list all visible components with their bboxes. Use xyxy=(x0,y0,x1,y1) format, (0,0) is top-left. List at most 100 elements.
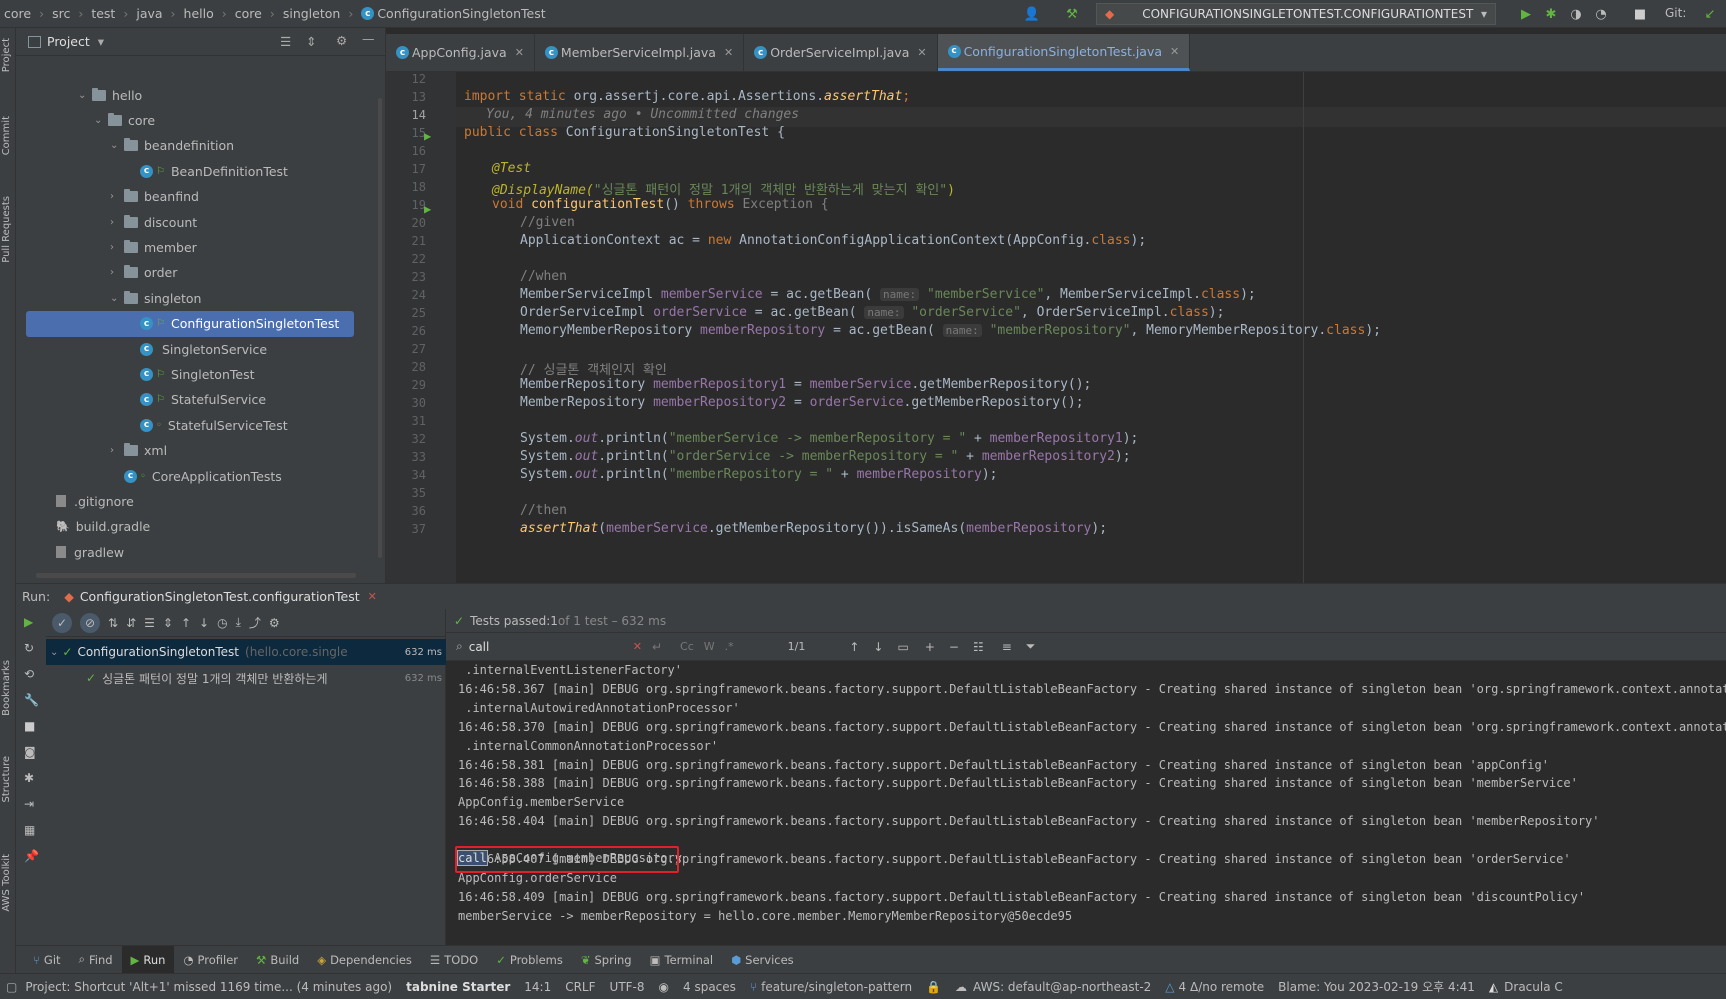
breadcrumb-test[interactable]: test xyxy=(91,6,115,21)
tab-appconfig[interactable]: c AppConfig.java ✕ xyxy=(386,34,535,71)
eye-icon[interactable]: ◉ xyxy=(659,980,669,994)
tree-item-configurationsingletontest[interactable]: c ⚐ ConfigurationSingletonTest xyxy=(26,310,354,337)
breadcrumb-hello[interactable]: hello xyxy=(184,6,214,21)
history-icon[interactable]: ◷ xyxy=(217,616,227,630)
show-ignored-icon[interactable]: ⊘ xyxy=(80,612,100,633)
collapse-all-icon[interactable]: ⇕ xyxy=(306,34,316,49)
tab-orderserviceimpl[interactable]: c OrderServiceImpl.java ✕ xyxy=(744,34,938,71)
tree-item-beanfind[interactable]: › beanfind xyxy=(16,184,382,210)
breadcrumb-class[interactable]: ConfigurationSingletonTest xyxy=(377,6,545,21)
import-tests-icon[interactable]: ⤓ xyxy=(236,615,241,630)
remote-status[interactable]: 4 Δ/no remote xyxy=(1179,980,1265,994)
debug-icon[interactable]: ✱ xyxy=(24,771,34,785)
console-output[interactable]: ✓ Tests passed: 1 of 1 test – 632 ms ⌕ ✕… xyxy=(446,609,1726,945)
tree-item-beandefinition[interactable]: ⌄ beandefinition xyxy=(16,133,382,159)
next-failed-icon[interactable]: ↓ xyxy=(199,616,209,630)
structure-tool-label[interactable]: Structure xyxy=(1,756,12,803)
tree-item-xml[interactable]: › xml xyxy=(16,438,382,464)
chevron-down-icon[interactable]: ⌄ xyxy=(78,90,92,101)
layout-toggle-icon[interactable]: ▢ xyxy=(6,980,17,994)
breadcrumb-singleton[interactable]: singleton xyxy=(283,6,340,21)
collapse-all-icon[interactable]: ⇕ xyxy=(163,616,173,630)
run-tab-label[interactable]: ConfigurationSingletonTest.configuration… xyxy=(80,589,360,604)
close-icon[interactable]: ✕ xyxy=(515,46,524,59)
tree-item-singletontest[interactable]: c ⚐ SingletonTest xyxy=(16,361,382,387)
chevron-down-icon[interactable]: ▾ xyxy=(98,34,104,49)
code-editor[interactable]: 12 13 14 15 16 17 18 19 20 21 22 23 24 25 26 27 28 29 30 31… xyxy=(386,72,1726,583)
tree-item-discount[interactable]: › discount xyxy=(16,209,382,235)
tab-memberserviceimpl[interactable]: c MemberServiceImpl.java ✕ xyxy=(535,34,745,71)
chevron-right-icon[interactable]: › xyxy=(110,267,124,278)
gear-icon[interactable]: ⚙ xyxy=(269,616,280,630)
breadcrumb-src[interactable]: src xyxy=(52,6,70,21)
tool-tab-services[interactable]: ⬢ Services xyxy=(722,946,803,974)
tool-tab-dependencies[interactable]: ◈ Dependencies xyxy=(308,946,421,974)
tool-tab-spring[interactable]: ❦ Spring xyxy=(572,946,641,974)
tree-item-gradlew[interactable]: gradlew xyxy=(16,539,382,565)
file-encoding[interactable]: UTF-8 xyxy=(610,980,645,994)
project-tool-label[interactable]: Project xyxy=(1,38,12,72)
tool-tab-profiler[interactable]: ◔ Profiler xyxy=(174,946,247,974)
run-gutter-icon[interactable]: ▶ xyxy=(424,202,431,216)
tree-item-coreapplicationtests[interactable]: c ◦ CoreApplicationTests xyxy=(16,463,382,489)
select-all-matches-icon[interactable]: ☷ xyxy=(973,640,984,654)
pin-icon[interactable]: 📌 xyxy=(24,849,39,863)
status-message[interactable]: Project: Shortcut 'Alt+1' missed 1169 ti… xyxy=(25,980,392,994)
camera-icon[interactable]: ◙ xyxy=(24,745,36,759)
rerun-failed-icon[interactable]: ↻ xyxy=(24,641,34,655)
tool-tab-run[interactable]: ▶ Run xyxy=(121,945,175,974)
chevron-right-icon[interactable]: › xyxy=(110,445,124,456)
debug-icon[interactable]: ✱ xyxy=(1543,6,1559,22)
build-hammer-icon[interactable]: ⚒ xyxy=(1064,6,1080,22)
tool-tab-build[interactable]: ⚒ Build xyxy=(247,946,308,974)
match-case-icon[interactable]: Cc xyxy=(680,640,694,653)
chevron-down-icon[interactable]: ⌄ xyxy=(110,293,124,304)
cursor-position[interactable]: 14:1 xyxy=(524,980,551,994)
indent-setting[interactable]: 4 spaces xyxy=(683,980,736,994)
console-search-input[interactable] xyxy=(468,639,629,654)
project-panel-title[interactable]: Project xyxy=(47,34,90,49)
tree-item-singleton[interactable]: ⌄ singleton xyxy=(16,285,382,311)
wrench-icon[interactable]: 🔧 xyxy=(24,693,39,707)
chevron-down-icon[interactable]: ⌄ xyxy=(110,140,124,151)
lock-icon[interactable]: 🔒 xyxy=(926,980,941,994)
close-icon[interactable]: ✕ xyxy=(1170,45,1179,58)
theme-name[interactable]: Dracula C xyxy=(1504,980,1563,994)
chevron-down-icon[interactable]: ⌄ xyxy=(50,647,58,658)
tree-item-beandefinitiontest[interactable]: c ⚐ BeanDefinitionTest xyxy=(16,158,382,184)
tree-item-gitignore[interactable]: .gitignore xyxy=(16,488,382,514)
aws-toolkit-tool-label[interactable]: AWS Toolkit xyxy=(1,854,12,912)
expand-all-icon[interactable]: ☰ xyxy=(144,616,155,630)
remove-occurrence-icon[interactable]: − xyxy=(949,640,959,654)
run-gutter-icon[interactable]: ▶ xyxy=(424,129,431,143)
gear-icon[interactable]: ⚙ xyxy=(336,33,347,48)
tree-item-statefulservicetest[interactable]: c ◦ StatefulServiceTest xyxy=(16,412,382,438)
export-tests-icon[interactable]: ⤴ xyxy=(249,614,261,631)
filter-icon[interactable]: ⏷ xyxy=(1026,639,1036,654)
test-case-row[interactable]: ✓ 싱글톤 패턴이 정말 1개의 객체만 반환하는게 632 ms xyxy=(46,665,446,691)
pull-requests-tool-label[interactable]: Pull Requests xyxy=(1,196,12,263)
aws-profile[interactable]: AWS: default@ap-northeast-2 xyxy=(973,980,1151,994)
chevron-right-icon[interactable]: › xyxy=(110,242,124,253)
chevron-down-icon[interactable]: ⌄ xyxy=(94,115,108,126)
filter-lines-icon[interactable]: ≡ xyxy=(1002,640,1012,654)
hide-panel-icon[interactable]: — xyxy=(362,31,375,46)
stop-icon[interactable]: ■ xyxy=(24,719,35,733)
breadcrumb-java[interactable]: java xyxy=(136,6,162,21)
bookmarks-tool-label[interactable]: Bookmarks xyxy=(1,660,12,716)
breadcrumb-core[interactable]: core xyxy=(4,6,31,21)
run-configuration-select[interactable]: ◆ CONFIGURATIONSINGLETONTEST.CONFIGURATI… xyxy=(1096,3,1496,25)
close-icon[interactable]: ✕ xyxy=(724,46,733,59)
regex-icon[interactable]: .* xyxy=(725,640,734,653)
tree-item-hello[interactable]: ⌄ hello xyxy=(16,82,382,108)
sort-alpha-icon[interactable]: ⇅ xyxy=(108,616,118,630)
tree-item-build-gradle[interactable]: 🐘 build.gradle xyxy=(16,514,382,540)
sort-duration-icon[interactable]: ⇵ xyxy=(126,616,136,630)
tool-tab-git[interactable]: ⑂ Git xyxy=(24,946,70,974)
close-icon[interactable]: ✕ xyxy=(368,590,377,603)
toggle-auto-test-icon[interactable]: ⟲ xyxy=(24,667,34,681)
prev-failed-icon[interactable]: ↑ xyxy=(181,616,191,630)
git-update-icon[interactable]: ↙ xyxy=(1702,6,1718,22)
tabnine-status[interactable]: tabnine Starter xyxy=(406,980,510,994)
rerun-icon[interactable]: ▶ xyxy=(24,615,33,629)
